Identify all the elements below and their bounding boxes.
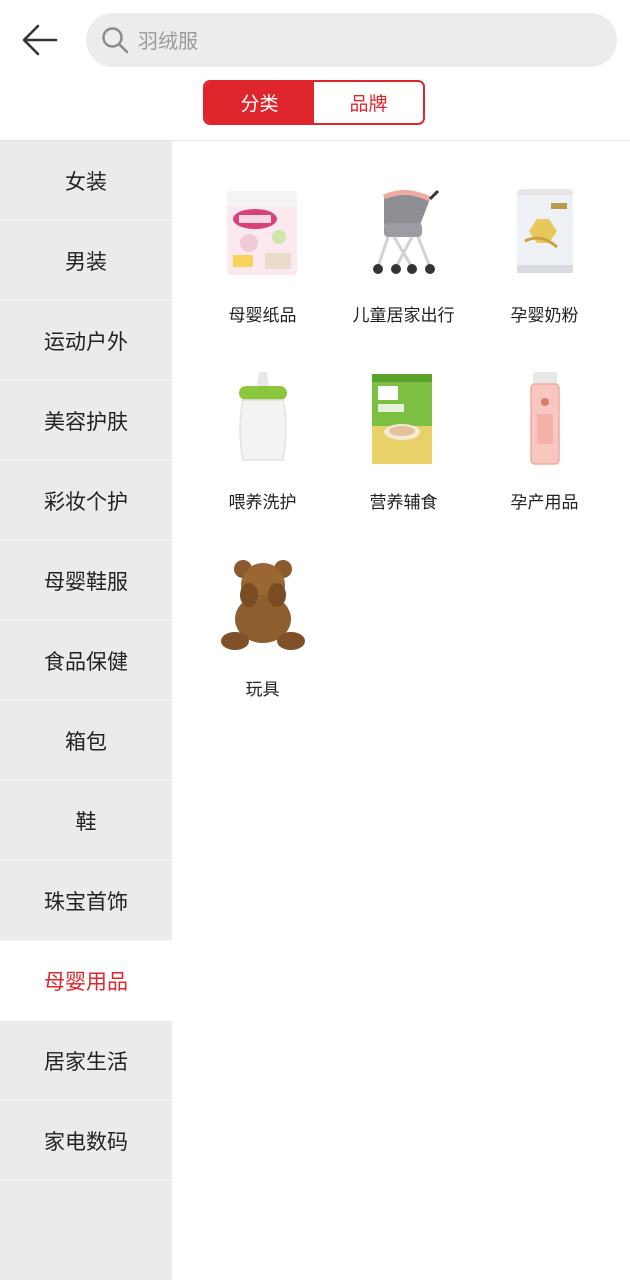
- subcategory-label: 玩具: [245, 680, 280, 700]
- search-bar[interactable]: [86, 13, 617, 69]
- sidebar-item-shoes[interactable]: 鞋: [0, 781, 172, 861]
- subcategory-label: 喂养洗护: [228, 493, 297, 513]
- subcategory-feeding-care[interactable]: 喂养洗护: [192, 368, 333, 513]
- sidebar-item-baby-products[interactable]: 母婴用品: [0, 941, 172, 1021]
- subcategory-baby-food[interactable]: 营养辅食: [333, 368, 474, 513]
- teddy-bear-icon: [220, 560, 305, 650]
- subcategory-maternity[interactable]: 孕产用品: [474, 368, 615, 513]
- subcategory-label: 孕婴奶粉: [510, 306, 579, 326]
- sidebar-item-women[interactable]: 女装: [0, 141, 172, 221]
- subcategory-grid: 母婴纸品 儿童居家出行 孕婴奶粉 喂养洗护 营养辅食 孕产用品 玩具: [192, 181, 622, 700]
- oil-bottle-icon: [529, 372, 560, 465]
- tab-category[interactable]: 分类: [205, 82, 314, 123]
- top-bar: 分类 品牌: [0, 0, 630, 140]
- back-button[interactable]: [18, 20, 62, 60]
- sidebar-item-baby-apparel[interactable]: 母婴鞋服: [0, 541, 172, 621]
- stroller-icon: [372, 189, 439, 274]
- subcategory-formula[interactable]: 孕婴奶粉: [474, 181, 615, 326]
- diaper-pack-icon: [226, 191, 297, 275]
- search-icon: [102, 27, 129, 54]
- subcategory-label: 母婴纸品: [228, 306, 297, 326]
- sidebar-item-bags[interactable]: 箱包: [0, 701, 172, 781]
- category-sidebar: 女装 男装 运动户外 美容护肤 彩妆个护 母婴鞋服 食品保健 箱包 鞋 珠宝首饰…: [0, 141, 172, 1280]
- sidebar-item-men[interactable]: 男装: [0, 221, 172, 301]
- subcategory-label: 营养辅食: [369, 493, 438, 513]
- sidebar-item-skincare[interactable]: 美容护肤: [0, 381, 172, 461]
- formula-can-icon: [516, 189, 573, 273]
- subcategory-diapers[interactable]: 母婴纸品: [192, 181, 333, 326]
- search-input[interactable]: [136, 13, 600, 69]
- back-arrow-icon: [22, 24, 58, 56]
- subcategory-label: 孕产用品: [510, 493, 579, 513]
- baby-bottle-icon: [238, 372, 287, 461]
- subcategory-panel: 母婴纸品 儿童居家出行 孕婴奶粉 喂养洗护 营养辅食 孕产用品 玩具: [172, 141, 630, 1280]
- sidebar-item-electronics[interactable]: 家电数码: [0, 1101, 172, 1181]
- cereal-box-icon: [371, 374, 432, 464]
- sidebar-item-sports-outdoor[interactable]: 运动户外: [0, 301, 172, 381]
- tab-brand[interactable]: 品牌: [314, 82, 423, 123]
- subcategory-toys[interactable]: 玩具: [192, 555, 333, 700]
- sidebar-item-food-health[interactable]: 食品保健: [0, 621, 172, 701]
- subcategory-strollers[interactable]: 儿童居家出行: [333, 181, 474, 326]
- category-brand-toggle: 分类 品牌: [203, 80, 425, 125]
- sidebar-item-home-living[interactable]: 居家生活: [0, 1021, 172, 1101]
- subcategory-label: 儿童居家出行: [352, 306, 455, 326]
- sidebar-item-makeup[interactable]: 彩妆个护: [0, 461, 172, 541]
- sidebar-item-jewelry[interactable]: 珠宝首饰: [0, 861, 172, 941]
